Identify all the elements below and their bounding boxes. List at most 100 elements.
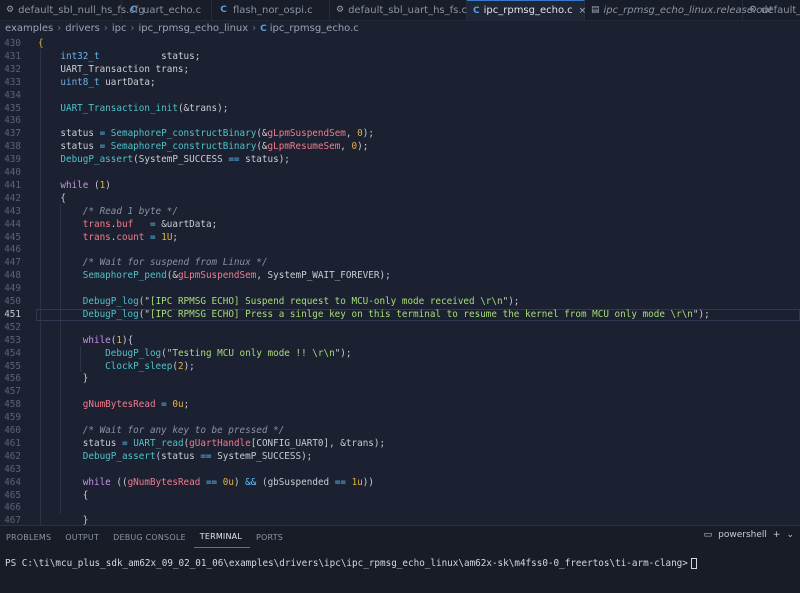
code-line[interactable]: 442 {	[0, 193, 800, 206]
code-text: status = SemaphoreP_constructBinary(&gLp…	[38, 128, 374, 141]
code-line[interactable]: 450 DebugP_log("[IPC RPMSG ECHO] Suspend…	[0, 296, 800, 309]
code-line[interactable]: 447 /* Wait for suspend from Linux */	[0, 257, 800, 270]
code-line[interactable]: 451 DebugP_log("[IPC RPMSG ECHO] Press a…	[0, 309, 800, 322]
line-number: 463	[4, 463, 21, 475]
code-line[interactable]: 454 DebugP_log("Testing MCU only mode !!…	[0, 348, 800, 361]
code-line[interactable]: 464 while ((gNumBytesRead == 0u) && (gbS…	[0, 477, 800, 490]
code-line[interactable]: 433 uint8_t uartData;	[0, 77, 800, 90]
code-line[interactable]: 459	[0, 412, 800, 425]
code-text: while(1){	[38, 335, 133, 348]
code-text: SemaphoreP_pend(&gLpmSuspendSem, SystemP…	[38, 270, 391, 283]
breadcrumb-item[interactable]: drivers	[65, 23, 100, 34]
c-file-icon: C	[220, 5, 227, 15]
breadcrumb-item[interactable]: ipc_rpmsg_echo.c	[270, 23, 359, 34]
code-line[interactable]: 437 status = SemaphoreP_constructBinary(…	[0, 128, 800, 141]
tab-flash-nor-ospi-c[interactable]: Cflash_nor_ospi.c	[212, 0, 330, 20]
code-line[interactable]: 446	[0, 244, 800, 257]
code-line[interactable]: 455 ClockP_sleep(2);	[0, 361, 800, 374]
code-line[interactable]: 434	[0, 90, 800, 103]
code-token: ("	[161, 347, 173, 359]
code-token: ");	[502, 296, 520, 307]
line-number: 455	[4, 360, 21, 372]
code-line[interactable]: 435 UART_Transaction_init(&trans);	[0, 103, 800, 116]
code-line[interactable]: 444 trans.buf = &uartData;	[0, 219, 800, 232]
panel-tab-debug-console[interactable]: DEBUG CONSOLE	[107, 526, 194, 548]
code-token: 0u	[222, 476, 234, 488]
panel-tab-ports[interactable]: PORTS	[250, 526, 291, 548]
code-text: DebugP_log("[IPC RPMSG ECHO] Press a sin…	[38, 309, 710, 322]
code-text: DebugP_log("[IPC RPMSG ECHO] Suspend req…	[38, 296, 520, 309]
code-line[interactable]: 463	[0, 464, 800, 477]
code-line[interactable]: 453 while(1){	[0, 335, 800, 348]
tab-ipc-rpmsg-echo-linux-release-out[interactable]: ▤ ipc_rpmsg_echo_linux.release.out	[585, 0, 773, 20]
code-token: UART_Transaction trans;	[38, 63, 190, 75]
code-line[interactable]: 439 DebugP_assert(SystemP_SUCCESS == sta…	[0, 154, 800, 167]
code-line[interactable]: 457	[0, 386, 800, 399]
code-token: ;	[172, 231, 179, 243]
code-line[interactable]: 462 DebugP_assert(status == SystemP_SUCC…	[0, 451, 800, 464]
code-line[interactable]: 430 {	[0, 38, 800, 51]
code-line[interactable]: 448 SemaphoreP_pend(&gLpmSuspendSem, Sys…	[0, 270, 800, 283]
code-line[interactable]: 466	[0, 502, 800, 515]
code-line[interactable]: 467 }	[0, 515, 800, 525]
panel-tab-terminal[interactable]: TERMINAL	[193, 526, 251, 548]
panel-tab-problems[interactable]: PROBLEMS	[0, 526, 59, 548]
code-token: ==	[228, 154, 240, 166]
code-line[interactable]: 436	[0, 115, 800, 128]
code-line[interactable]: 438 status = SemaphoreP_constructBinary(…	[0, 141, 800, 154]
tab-default-sbl-uart-hs-fs-cfg[interactable]: ⚙ default_sbl_uart_hs_fs.cfg	[330, 0, 477, 20]
code-token: while	[60, 179, 89, 191]
code-editor[interactable]: 430{431 int32_t status; 432 UART_Transact…	[0, 36, 800, 525]
code-line[interactable]: 456 }	[0, 373, 800, 386]
code-line[interactable]: 443 /* Read 1 byte */	[0, 206, 800, 219]
code-text: gNumBytesRead = 0u;	[38, 399, 189, 412]
line-number: 439	[4, 154, 21, 166]
code-line[interactable]: 460 /* Wait for any key to be pressed */	[0, 425, 800, 438]
breadcrumb-item[interactable]: ipc_rpmsg_echo_linux	[139, 23, 249, 34]
code-line[interactable]: 432 UART_Transaction trans;	[0, 64, 800, 77]
code-token: status;	[99, 50, 201, 62]
code-text: {	[38, 490, 89, 503]
code-token: status	[38, 128, 100, 140]
code-text: /* Wait for any key to be pressed */	[38, 425, 285, 438]
breadcrumb-item[interactable]: examples	[5, 23, 53, 34]
tab-uart-echo-c[interactable]: Cuart_echo.c	[122, 0, 212, 20]
code-token: ClockP_sleep	[105, 360, 173, 372]
code-line[interactable]: 449	[0, 283, 800, 296]
breadcrumb-item[interactable]: ipc	[112, 23, 127, 34]
code-line[interactable]: 431 int32_t status;	[0, 51, 800, 64]
tab-ipc-rpmsg-echo-c[interactable]: Cipc_rpmsg_echo.c ×	[467, 0, 586, 20]
line-number: 442	[4, 192, 21, 204]
tab-default-sbl-null-[interactable]: ⚙default_sbl_null...	[743, 0, 800, 20]
code-line[interactable]: 445 trans.count = 1U;	[0, 232, 800, 245]
code-line[interactable]: 440	[0, 167, 800, 180]
tab-default-sbl-null-hs-fs-cfg[interactable]: ⚙ default_sbl_null_hs_fs.cfg	[0, 0, 145, 20]
line-number: 462	[4, 450, 21, 462]
shell-selector[interactable]: powershell	[718, 530, 767, 540]
panel-tab-output[interactable]: OUTPUT	[59, 526, 107, 548]
code-line[interactable]: 465 {	[0, 490, 800, 503]
code-line[interactable]: 458 gNumBytesRead = 0u;	[0, 399, 800, 412]
code-token: while	[82, 476, 111, 488]
code-line[interactable]: 441 while (1)	[0, 180, 800, 193]
line-number: 461	[4, 437, 21, 449]
line-number: 449	[4, 283, 21, 295]
terminal-dropdown-button[interactable]: ⌄	[786, 530, 794, 540]
code-token: uint8_t	[60, 76, 100, 88]
code-token: ))	[362, 476, 374, 488]
terminal-output[interactable]: PS C:\ti\mcu_plus_sdk_am62x_09_02_01_06\…	[5, 558, 697, 569]
code-text: trans.count = 1U;	[38, 232, 178, 245]
c-file-icon: C	[473, 5, 480, 16]
code-token: &uartData;	[155, 218, 218, 230]
code-token: DebugP_assert	[82, 450, 156, 462]
code-token: /* Read 1 byte */	[82, 205, 178, 217]
code-line[interactable]: 461 status = UART_read(gUartHandle[CONFI…	[0, 438, 800, 451]
code-line[interactable]: 452	[0, 322, 800, 335]
code-token: int32_t	[60, 50, 100, 62]
new-terminal-button[interactable]: +	[773, 530, 781, 540]
code-token: (&	[256, 141, 268, 153]
code-token: {	[38, 192, 66, 204]
